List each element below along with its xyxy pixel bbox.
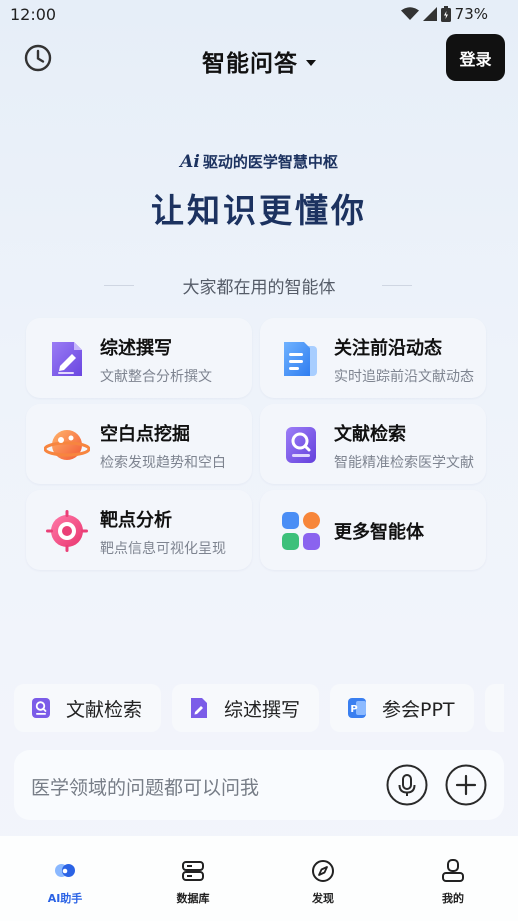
tab-profile[interactable]: 我的 [413,858,493,906]
slogan: Ai 驱动的医学智慧中枢 [0,151,518,172]
svg-text:P: P [350,704,357,715]
agent-card-target-analysis[interactable]: 靶点分析 靶点信息可视化呈现 [26,490,252,570]
question-input-box[interactable]: 医学领域的问题都可以问我 [14,750,504,820]
ppt-icon: P [348,698,366,718]
tab-label: AI助手 [47,892,83,905]
hero-title: 让知识更懂你 [151,191,367,230]
question-input-placeholder[interactable]: 医学领域的问题都可以问我 [31,773,259,800]
page-title: 智能问答 [202,51,298,77]
document-pen-icon [191,698,207,718]
status-bar: 12:00 73% [0,0,518,30]
compass-icon [312,860,334,882]
agent-card-review-writing[interactable]: 综述撰写 文献整合分析撰文 [26,318,252,398]
agent-card-frontier-tracking[interactable]: 关注前沿动态 实时追踪前沿文献动态 [260,318,486,398]
document-search-icon [286,427,316,463]
quick-chip-label: 参会PPT [382,698,455,721]
database-icon [182,861,204,881]
login-button[interactable]: 登录 [446,34,505,81]
card-title: 靶点分析 [100,510,172,531]
agents-section-header: 大家都在用的智能体 [0,273,518,298]
document-stack-icon [284,342,317,376]
add-attachment-button[interactable] [445,764,487,806]
signal-icon [422,7,437,21]
status-time: 12:00 [10,5,57,24]
wifi-icon [400,7,419,20]
quick-chip-literature-search[interactable]: 文献检索 [14,684,161,732]
title-selector[interactable]: 智能问答 [0,44,518,78]
voice-input-button[interactable] [386,764,428,806]
microphone-icon [386,764,428,806]
tab-database[interactable]: 数据库 [153,858,233,906]
tab-ai-assistant[interactable]: AI助手 [25,858,105,906]
card-title: 更多智能体 [334,522,424,543]
tab-label: 数据库 [176,892,210,905]
document-search-icon [32,698,50,718]
card-title: 综述撰写 [100,338,172,359]
user-icon [442,859,464,882]
battery-icon [440,6,451,22]
document-pen-icon [52,342,82,376]
quick-chip-label: 文献检索 [66,698,143,721]
quick-chip-label: 综述撰写 [224,698,301,721]
card-desc: 文献整合分析撰文 [100,369,212,385]
tab-label: 发现 [312,892,334,905]
agent-card-more-agents[interactable]: 更多智能体 [260,490,486,570]
card-desc: 靶点信息可视化呈现 [100,541,226,557]
ai-assistant-icon [55,864,75,877]
planet-icon [44,430,90,460]
agent-card-literature-search[interactable]: 文献检索 智能精准检索医学文献 [260,404,486,484]
section-title: 大家都在用的智能体 [182,278,336,298]
agent-card-gap-mining[interactable]: 空白点挖掘 检索发现趋势和空白 [26,404,252,484]
status-icons: 73% [400,5,488,23]
card-title: 关注前沿动态 [334,338,442,359]
card-desc: 智能精准检索医学文献 [334,455,474,471]
target-icon [46,510,88,552]
card-title: 空白点挖掘 [100,424,190,445]
battery-level: 73% [454,5,488,23]
slogan-text: 驱动的医学智慧中枢 [202,153,338,171]
quick-chip-review-writing[interactable]: 综述撰写 [172,684,319,732]
bottom-tab-bar: AI助手 数据库 发现 我的 [0,836,518,921]
divider-right [382,285,412,286]
caret-down-icon [306,60,316,66]
card-desc: 检索发现趋势和空白 [100,455,226,471]
tab-discover[interactable]: 发现 [283,858,363,906]
header: 智能问答 登录 [0,34,518,84]
grid-apps-icon [282,512,320,550]
quick-actions-bar[interactable]: 文献检索 综述撰写 P 参会PPT [14,684,504,732]
plus-icon [445,764,487,806]
quick-chip-overflow[interactable] [485,684,504,732]
card-desc: 实时追踪前沿文献动态 [334,369,474,385]
ai-logo: Ai [180,152,200,172]
tab-label: 我的 [442,892,464,905]
card-title: 文献检索 [334,424,406,445]
quick-chip-conference-ppt[interactable]: P 参会PPT [330,684,474,732]
